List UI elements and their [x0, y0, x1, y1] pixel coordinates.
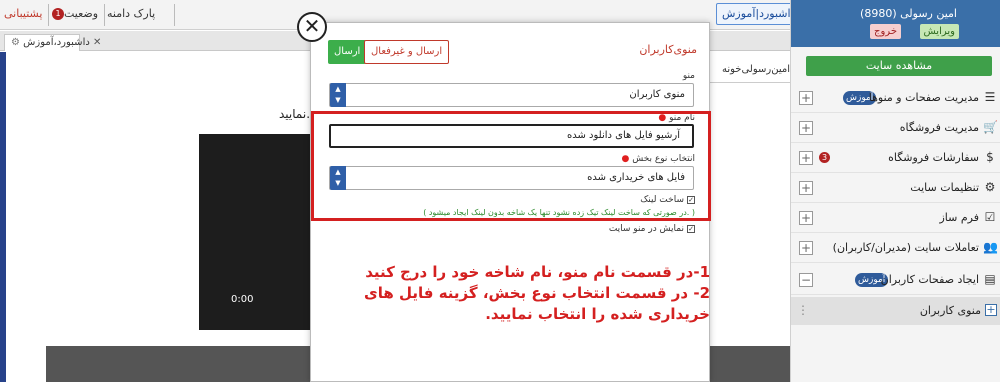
gear-icon: ⚙ — [11, 37, 20, 48]
instruction-line-2: 2- در قسمت انتخاب نوع بخش، گزینه فایل ها… — [364, 284, 710, 323]
menu-label: منو — [682, 71, 695, 81]
view-site-button[interactable]: مشاهده سایت — [806, 56, 992, 76]
divider — [174, 4, 175, 26]
logout-button[interactable]: خروج — [870, 24, 901, 39]
collapse-icon[interactable]: − — [799, 273, 813, 287]
highlight-box — [311, 111, 711, 221]
close-icon[interactable]: ✕ — [297, 12, 327, 42]
sidebar-item-settings[interactable]: + تنظیمات سایت ⚙ — [791, 173, 1000, 203]
breadcrumb: امین‌رسولی‌خونه — [721, 64, 790, 75]
tab-label: داشبورد،آموزش — [23, 37, 90, 48]
sidebar-item-shop[interactable]: + مدیریت فروشگاه 🛒 — [791, 113, 1000, 143]
sidebar-item-form-builder[interactable]: + فرم ساز ☑ — [791, 203, 1000, 233]
instruction-line-1: 1-در قسمت نام منو، نام شاخه خود را درج ک… — [365, 263, 710, 281]
sidebar-item-user-pages[interactable]: − آموزش ایجاد صفحات کاربران ▤ — [791, 265, 1000, 295]
dollar-icon: $ — [986, 150, 994, 164]
check-icon: ☑ — [984, 210, 996, 224]
expand-icon[interactable]: + — [799, 121, 813, 135]
show-in-menu-label: نمایش در منو سایت — [608, 224, 684, 234]
select-arrow-icon: ▲ ▼ — [330, 83, 346, 107]
divider — [706, 82, 790, 83]
instruction-text: 1-در قسمت نام منو، نام شاخه خود را درج ک… — [312, 262, 710, 325]
expand-icon[interactable]: + — [799, 211, 813, 225]
video-time: 0:00 — [231, 294, 254, 305]
gear-icon: ⚙ — [984, 180, 996, 194]
users-icon: 👥 — [983, 240, 998, 254]
menu-select[interactable]: ▲ ▼ منوی کاربران — [329, 83, 694, 107]
close-icon[interactable]: ✕ — [93, 37, 101, 48]
expand-icon[interactable]: + — [799, 91, 813, 105]
sidebar: امین رسولی (8980) ویرایش خروج مشاهده سای… — [790, 0, 1000, 382]
status-link[interactable]: 1 وضعیت — [50, 7, 98, 20]
show-in-menu-option[interactable]: نمایش در منو سایت ✓ — [609, 224, 695, 234]
cart-icon: 🛒 — [983, 120, 998, 134]
sidebar-subitem-label: منوی کاربران — [919, 304, 981, 317]
divider — [104, 4, 105, 26]
sidebar-item-label: مدیریت فروشگاه — [899, 121, 979, 134]
sidebar-item-label: سفارشات فروشگاه — [888, 151, 979, 164]
park-domain-link[interactable]: پارک دامنه — [107, 7, 155, 20]
sidebar-item-interactions[interactable]: + تعاملات سایت (مدیران/کاربران) 👥 — [791, 233, 1000, 263]
sidebar-item-label: ایجاد صفحات کاربران — [880, 273, 979, 286]
sidebar-item-orders[interactable]: + 3 سفارشات فروشگاه $ — [791, 143, 1000, 173]
dashboard-button[interactable]: داشبورد|آموزش — [716, 3, 802, 25]
send-button[interactable]: ارسال — [328, 40, 367, 64]
modal-title: منوی‌کاربران — [639, 43, 697, 56]
expand-icon[interactable]: + — [799, 151, 813, 165]
body-text: نمایید. — [279, 107, 311, 121]
tab-dashboard[interactable]: ⚙ داشبورد،آموزش ✕ — [4, 34, 101, 51]
sidebar-subitem-user-menu[interactable]: ⋮ منوی کاربران + — [791, 297, 1000, 325]
expand-icon[interactable]: + — [799, 241, 813, 255]
orders-count-badge: 3 — [819, 152, 830, 163]
menu-select-value: منوی کاربران — [629, 89, 685, 100]
drag-handle-icon[interactable]: ⋮ — [797, 303, 809, 317]
send-inactive-button[interactable]: ارسال و غیرفعال — [364, 40, 450, 64]
expand-icon[interactable]: + — [799, 181, 813, 195]
sidebar-item-label: فرم ساز — [939, 211, 979, 224]
status-label: وضعیت — [64, 7, 99, 20]
user-name: امین رسولی (8980) — [860, 7, 957, 20]
add-icon[interactable]: + — [985, 304, 997, 316]
edit-button[interactable]: ویرایش — [919, 24, 959, 39]
doc-icon: ▤ — [984, 272, 996, 286]
support-link[interactable]: پشتیبانی — [4, 7, 42, 20]
divider — [48, 4, 49, 26]
notification-bell-icon: 1 — [52, 8, 64, 20]
sidebar-item-label: تنظیمات سایت — [910, 181, 979, 194]
video-player[interactable]: 0:00 — [199, 134, 319, 330]
sidebar-item-pages-menus[interactable]: + آموزش مدیریت صفحات و منوها ☰ — [791, 83, 1000, 113]
sidebar-item-label: تعاملات سایت (مدیران/کاربران) — [832, 241, 979, 254]
user-menu-modal: منوی‌کاربران ارسال ارسال و غیرفعال منو ▲… — [310, 22, 711, 382]
sidebar-item-label: مدیریت صفحات و منوها — [868, 91, 979, 104]
list-icon: ☰ — [984, 90, 996, 104]
show-in-menu-checkbox[interactable]: ✓ — [687, 224, 695, 233]
user-header: امین رسولی (8980) ویرایش خروج — [791, 0, 1000, 47]
